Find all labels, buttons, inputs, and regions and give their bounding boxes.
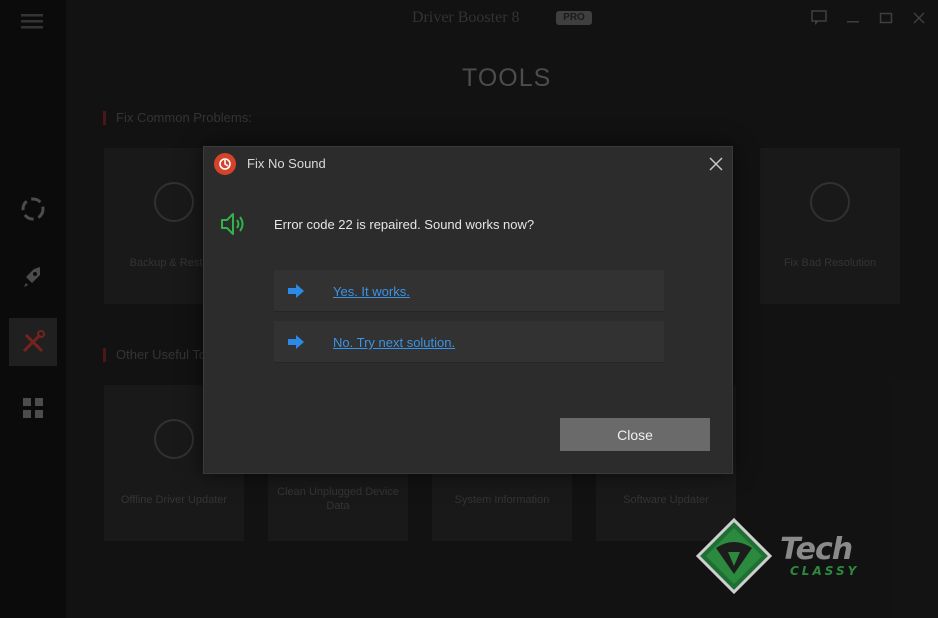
techclassy-watermark: Tech CLASSY xyxy=(694,518,884,596)
option-yes-it-works[interactable]: Yes. It works. xyxy=(274,270,664,312)
option-link[interactable]: No. Try next solution. xyxy=(333,335,455,350)
arrow-right-icon xyxy=(288,335,304,349)
close-button[interactable]: Close xyxy=(560,418,710,451)
dialog-close-icon[interactable] xyxy=(706,154,726,174)
option-try-next-solution[interactable]: No. Try next solution. xyxy=(274,321,664,363)
dialog-message: Error code 22 is repaired. Sound works n… xyxy=(274,217,535,232)
speaker-icon xyxy=(221,213,244,235)
dialog-title: Fix No Sound xyxy=(247,156,326,171)
arrow-right-icon xyxy=(288,284,304,298)
fix-no-sound-dialog: Fix No Sound Error code 22 is repaired. … xyxy=(203,146,733,474)
techclassy-logo-icon xyxy=(695,518,773,595)
watermark-text: Tech xyxy=(780,532,853,567)
option-link[interactable]: Yes. It works. xyxy=(333,284,410,299)
driver-booster-logo-icon xyxy=(214,153,236,175)
watermark-subtext: CLASSY xyxy=(790,564,860,578)
